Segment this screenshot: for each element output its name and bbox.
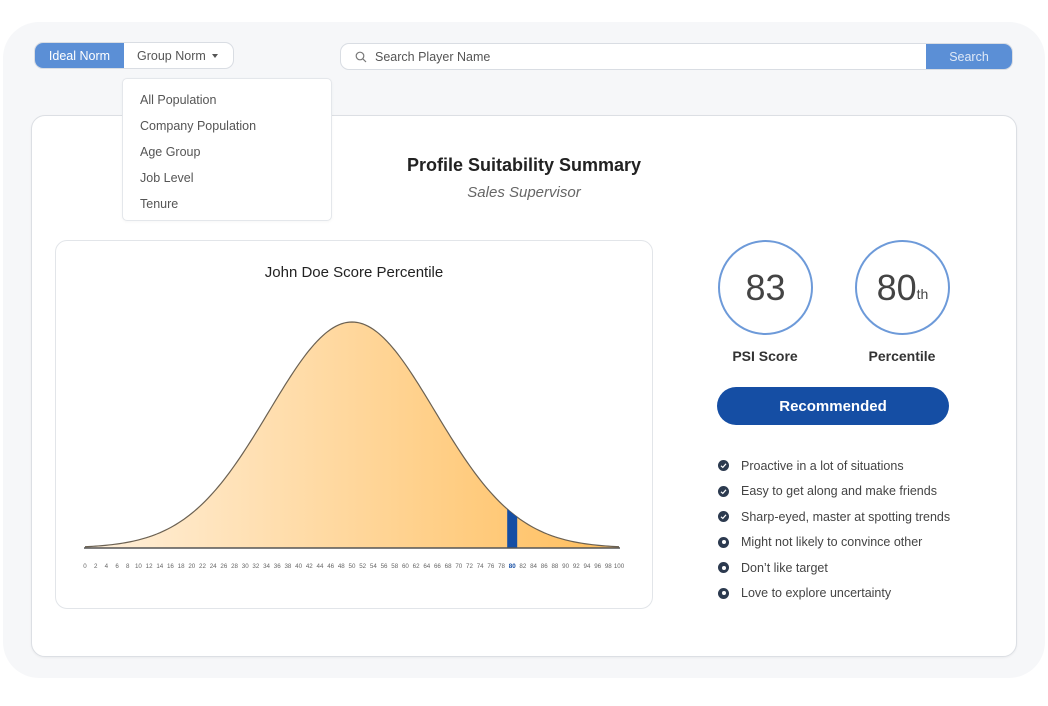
x-tick-label: 88: [551, 563, 558, 570]
x-tick-label: 6: [115, 563, 119, 570]
trait-text: Might not likely to convince other: [741, 535, 923, 550]
x-tick-label: 38: [284, 563, 291, 570]
x-tick-label: 42: [306, 563, 313, 570]
x-tick-label: 56: [381, 563, 388, 570]
x-tick-label: 96: [594, 563, 601, 570]
x-tick-label: 10: [135, 563, 142, 570]
x-tick-label: 44: [317, 563, 324, 570]
x-tick-label: 0: [83, 563, 87, 570]
x-tick-label: 94: [584, 563, 591, 570]
x-tick-label: 14: [156, 563, 163, 570]
x-tick-label: 2: [94, 563, 98, 570]
trait-text: Don’t like target: [741, 560, 828, 575]
x-tick-label: 70: [455, 563, 462, 570]
percentile-circle: 80th: [855, 240, 950, 335]
x-tick-label: 12: [146, 563, 153, 570]
percentile-value: 80: [876, 266, 917, 308]
x-tick-label: 32: [252, 563, 259, 570]
check-circle-icon: [718, 511, 729, 523]
check-circle-icon: [718, 460, 729, 472]
x-tick-label: 82: [519, 563, 526, 570]
x-tick-label: 98: [605, 563, 612, 570]
trait-item: Proactive in a lot of situations: [718, 453, 950, 479]
trait-item: Sharp-eyed, master at spotting trends: [718, 504, 950, 530]
x-tick-label: 60: [402, 563, 409, 570]
x-tick-label: 4: [105, 563, 109, 570]
x-tick-label: 66: [434, 563, 441, 570]
x-tick-label: 74: [477, 563, 484, 570]
menu-item-company-population[interactable]: Company Population: [123, 113, 331, 139]
trait-text: Sharp-eyed, master at spotting trends: [741, 509, 951, 524]
recommendation-badge[interactable]: Recommended: [717, 387, 949, 425]
group-norm-menu: All Population Company Population Age Gr…: [122, 78, 332, 221]
x-tick-label-highlight: 80: [509, 563, 516, 570]
x-tick-label: 84: [530, 563, 537, 570]
dot-circle-icon: [718, 587, 729, 599]
x-tick-label: 46: [327, 563, 334, 570]
score-marker: [507, 509, 518, 548]
menu-item-age-group[interactable]: Age Group: [123, 139, 331, 165]
dot-circle-icon: [718, 536, 729, 548]
psi-score-value: 83: [745, 266, 786, 308]
x-tick-label: 62: [413, 563, 420, 570]
psi-score-label: PSI Score: [732, 348, 798, 364]
x-tick-label: 16: [167, 563, 174, 570]
x-tick-label: 100: [614, 563, 625, 570]
trait-text: Love to explore uncertainty: [741, 586, 892, 601]
x-tick-label: 24: [210, 563, 217, 570]
x-tick-label: 22: [199, 563, 206, 570]
trait-item: Love to explore uncertainty: [718, 581, 950, 607]
trait-item: Easy to get along and make friends: [718, 479, 950, 505]
x-tick-label: 48: [338, 563, 345, 570]
percentile-label: Percentile: [868, 348, 936, 364]
dot-circle-icon: [718, 562, 729, 574]
x-tick-label: 52: [359, 563, 366, 570]
x-tick-label: 50: [349, 563, 356, 570]
trait-item: Don’t like target: [718, 555, 950, 581]
x-tick-label: 78: [498, 563, 505, 570]
menu-item-job-level[interactable]: Job Level: [123, 165, 331, 191]
x-tick-label: 68: [445, 563, 452, 570]
x-tick-label: 36: [274, 563, 281, 570]
x-tick-label: 92: [573, 563, 580, 570]
x-tick-label: 20: [188, 563, 195, 570]
x-tick-label: 18: [178, 563, 185, 570]
trait-text: Easy to get along and make friends: [741, 484, 937, 499]
trait-item: Might not likely to convince other: [718, 530, 950, 556]
menu-item-all-population[interactable]: All Population: [123, 87, 331, 113]
check-circle-icon: [718, 485, 729, 497]
x-tick-label: 54: [370, 563, 377, 570]
psi-score-circle: 83: [718, 240, 813, 335]
x-tick-label: 30: [242, 563, 249, 570]
distribution-area: [85, 322, 619, 548]
x-tick-label: 58: [391, 563, 398, 570]
traits-list: Proactive in a lot of situations Easy to…: [718, 453, 950, 606]
percentile-suffix: th: [916, 285, 929, 302]
x-tick-label: 8: [126, 563, 130, 570]
trait-text: Proactive in a lot of situations: [741, 458, 904, 473]
x-tick-label: 40: [295, 563, 302, 570]
x-tick-label: 72: [466, 563, 473, 570]
menu-item-tenure[interactable]: Tenure: [123, 191, 331, 217]
x-tick-label: 34: [263, 563, 270, 570]
x-tick-label: 64: [423, 563, 430, 570]
x-tick-label: 28: [231, 563, 238, 570]
x-tick-label: 86: [541, 563, 548, 570]
x-tick-label: 76: [487, 563, 494, 570]
x-tick-label: 90: [562, 563, 569, 570]
x-tick-label: 26: [220, 563, 227, 570]
